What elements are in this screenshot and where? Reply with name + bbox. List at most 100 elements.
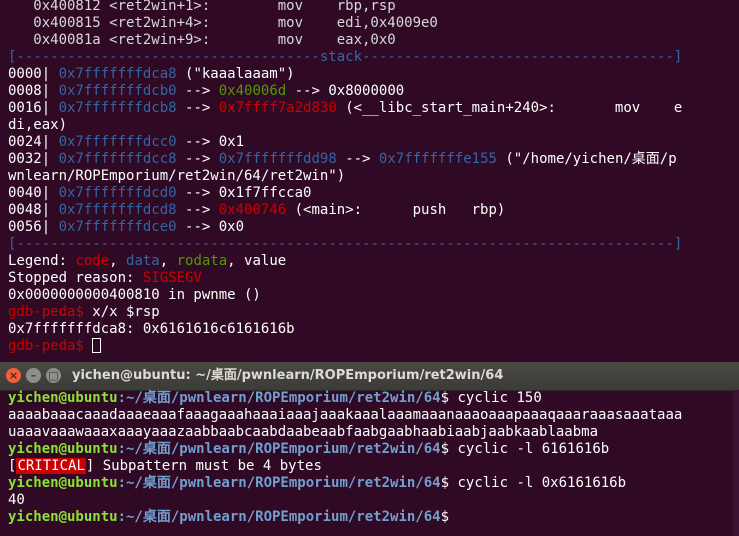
gdb-output-line: 0056| 0x7fffffffdce0 --> 0x0	[8, 219, 244, 236]
gdb-text-segment: -->	[176, 202, 219, 218]
gdb-text-segment: (<__libc_start_main+240>: mov e	[336, 100, 683, 116]
prompt-user: yichen@ubuntu	[8, 509, 118, 525]
gdb-text-segment	[84, 338, 92, 354]
gdb-text-segment: 0x7ffff7a2d830	[218, 100, 337, 116]
prompt-user: yichen@ubuntu	[8, 441, 118, 457]
gdb-text-segment: 0040|	[8, 185, 59, 201]
gdb-text-segment: 0016|	[8, 100, 59, 116]
gdb-text-segment: 0x7fffffffdcb0	[58, 83, 177, 99]
gdb-text-segment: --> 0x1f7ffcca0	[176, 185, 312, 201]
critical-badge: CRITICAL	[16, 458, 86, 474]
gdb-text-segment: Stopped reason:	[8, 270, 143, 286]
gdb-output-line: Stopped reason: SIGSEGV	[8, 270, 202, 287]
prompt-path: :~/桌面/pwnlearn/ROPEmporium/ret2win/64	[117, 509, 441, 525]
gdb-text-segment: 0008|	[8, 83, 59, 99]
gdb-text-segment: 0x7fffffffdcd0	[58, 185, 177, 201]
prompt-path: :~/桌面/pwnlearn/ROPEmporium/ret2win/64	[117, 475, 441, 491]
gdb-output-line: 0016| 0x7fffffffdcb8 --> 0x7ffff7a2d830 …	[8, 100, 682, 117]
text-cursor	[92, 338, 102, 353]
prompt-line-2: yichen@ubuntu:~/桌面/pwnlearn/ROPEmporium/…	[8, 441, 609, 458]
gdb-output-line: 0032| 0x7fffffffdcc8 --> 0x7fffffffdd98 …	[8, 151, 677, 168]
gdb-text-segment: SIGSEGV	[142, 270, 202, 286]
gdb-output-line: 0x400815 <ret2win+4>: mov edi,0x4009e0	[8, 15, 438, 32]
gdb-output-line: 0000| 0x7fffffffdca8 ("kaaalaaam")	[8, 66, 295, 83]
prompt-sign: $	[440, 390, 450, 406]
prompt-line-3: yichen@ubuntu:~/桌面/pwnlearn/ROPEmporium/…	[8, 475, 626, 492]
gdb-text-segment: 0x40006d	[218, 83, 287, 99]
gdb-text-segment: -->	[176, 151, 219, 167]
prompt-path: :~/桌面/pwnlearn/ROPEmporium/ret2win/64	[117, 441, 441, 457]
prompt-line-1: yichen@ubuntu:~/桌面/pwnlearn/ROPEmporium/…	[8, 390, 542, 407]
gdb-text-segment: [---------------------------------------…	[8, 236, 683, 252]
window-title: yichen@ubuntu: ~/桌面/pwnlearn/ROPEmporium…	[72, 368, 504, 383]
critical-text: ] Subpattern must be 4 bytes	[85, 458, 322, 474]
gdb-text-segment: --> 0x0	[176, 219, 245, 235]
gdb-terminal[interactable]: 0x400812 <ret2win+1>: mov rbp,rsp 0x4008…	[0, 0, 739, 362]
prompt-sign: $	[440, 509, 450, 525]
close-icon[interactable]: ×	[6, 368, 21, 383]
shell-terminal-window[interactable]: × – □ yichen@ubuntu: ~/桌面/pwnlearn/ROPEm…	[0, 362, 739, 536]
maximize-icon[interactable]: □	[46, 368, 61, 383]
gdb-text-segment: 0x7fffffffdca8: 0x6161616c6161616b	[8, 321, 295, 337]
gdb-text-segment: wnlearn/ROPEmporium/ret2win/64/ret2win")	[8, 168, 346, 184]
gdb-text-segment: (<main>: push rbp)	[286, 202, 506, 218]
gdb-output-line: [------------------------------------sta…	[8, 49, 682, 66]
gdb-text-segment: di,eax)	[8, 117, 68, 133]
gdb-text-segment: gdb-peda$	[8, 304, 84, 320]
gdb-output-line: 0008| 0x7fffffffdcb0 --> 0x40006d --> 0x…	[8, 83, 404, 100]
gdb-text-segment: ,	[109, 253, 127, 269]
gdb-output-line: wnlearn/ROPEmporium/ret2win/64/ret2win")	[8, 168, 345, 185]
gdb-text-segment: 0024|	[8, 134, 59, 150]
gdb-text-segment: ,	[159, 253, 177, 269]
command-text: cyclic 150	[449, 390, 542, 406]
prompt-sign: $	[440, 475, 450, 491]
gdb-text-segment: [------------------------------------sta…	[8, 49, 683, 65]
prompt-user: yichen@ubuntu	[8, 390, 118, 406]
gdb-text-segment: Legend:	[8, 253, 76, 269]
gdb-text-segment: 0x7fffffffe155	[378, 151, 497, 167]
command-text: cyclic -l 6161616b	[449, 441, 610, 457]
gdb-text-segment: -->	[176, 100, 219, 116]
prompt-sign: $	[440, 441, 450, 457]
gdb-text-segment: 0x7fffffffdcc0	[58, 134, 177, 150]
gdb-text-segment: 0048|	[8, 202, 59, 218]
gdb-output-line: Legend: code, data, rodata, value	[8, 253, 286, 270]
gdb-text-segment: -->	[176, 83, 219, 99]
gdb-text-segment: 0056|	[8, 219, 59, 235]
gdb-output-line: 0024| 0x7fffffffdcc0 --> 0x1	[8, 134, 244, 151]
gdb-text-segment: 0x7fffffffdce0	[58, 219, 177, 235]
gdb-text-segment: gdb-peda$	[8, 338, 84, 354]
gdb-text-segment: 0x7fffffffdcb8	[58, 100, 177, 116]
gdb-output-line: 0x7fffffffdca8: 0x6161616c6161616b	[8, 321, 295, 338]
gdb-text-segment: 0x0000000000400810 in pwnme ()	[8, 287, 261, 303]
gdb-output-line: gdb-peda$	[8, 338, 102, 355]
gdb-output-line: di,eax)	[8, 117, 67, 134]
gdb-text-segment: 0032|	[8, 151, 59, 167]
gdb-output-line: gdb-peda$ x/x $rsp	[8, 304, 160, 321]
gdb-text-segment: -->	[336, 151, 379, 167]
gdb-text-segment: 0x7fffffffdca8	[58, 66, 177, 82]
gdb-text-segment: 0x7fffffffdd98	[218, 151, 337, 167]
prompt-path: :~/桌面/pwnlearn/ROPEmporium/ret2win/64	[117, 390, 441, 406]
minimize-icon[interactable]: –	[26, 368, 41, 383]
output-line: 40	[8, 492, 25, 508]
output-line: aaaabaaacaaadaaaeaaafaaagaaahaaaiaaajaaa…	[8, 407, 683, 423]
output-line: uaaavaaawaaaxaaayaaazaabbaabcaabdaabeaab…	[8, 424, 599, 440]
prompt-line-4[interactable]: yichen@ubuntu:~/桌面/pwnlearn/ROPEmporium/…	[8, 509, 449, 526]
gdb-output-line: 0x400812 <ret2win+1>: mov rbp,rsp	[8, 0, 395, 15]
gdb-text-segment: rodata	[176, 253, 228, 269]
gdb-text-segment: ("kaaalaaam")	[176, 66, 295, 82]
gdb-text-segment: 0x40081a <ret2win+9>: mov eax,0x0	[8, 32, 396, 48]
gdb-output-line: 0040| 0x7fffffffdcd0 --> 0x1f7ffcca0	[8, 185, 311, 202]
command-text: cyclic -l 0x6161616b	[449, 475, 627, 491]
scrollbar[interactable]	[733, 390, 739, 536]
gdb-text-segment: 0x400746	[218, 202, 287, 218]
gdb-text-segment: code	[75, 253, 110, 269]
gdb-text-segment: 0x7fffffffdcc8	[58, 151, 177, 167]
gdb-text-segment: 0x400815 <ret2win+4>: mov edi,0x4009e0	[8, 15, 438, 31]
prompt-user: yichen@ubuntu	[8, 475, 118, 491]
gdb-text-segment: x/x $rsp	[83, 304, 160, 320]
gdb-output-line: 0048| 0x7fffffffdcd8 --> 0x400746 (<main…	[8, 202, 505, 219]
gdb-output-line: 0x0000000000400810 in pwnme ()	[8, 287, 261, 304]
window-titlebar[interactable]: × – □ yichen@ubuntu: ~/桌面/pwnlearn/ROPEm…	[0, 362, 739, 391]
